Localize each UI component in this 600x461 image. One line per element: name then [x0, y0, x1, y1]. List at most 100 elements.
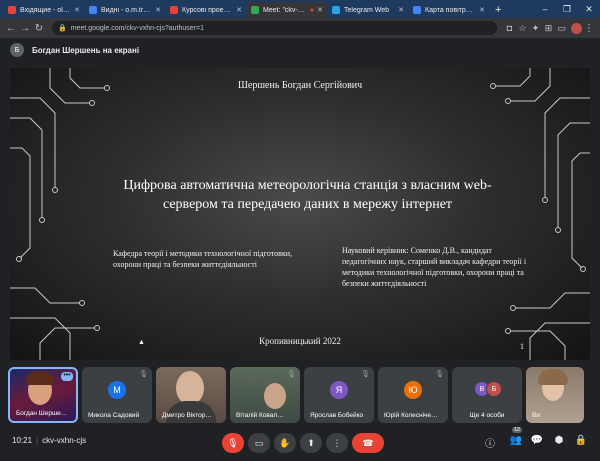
browser-tab[interactable]: Telegram Web ✕ [328, 2, 408, 18]
maximize-icon[interactable]: ❐ [556, 0, 578, 18]
browser-tab[interactable]: Карта повітряних ✕ [409, 2, 489, 18]
participant-tile[interactable]: Дмитро Віктор… [156, 367, 226, 423]
meeting-info: 10:21 | ckv-vxhn-cjs [12, 436, 86, 445]
slide-supervisor: Науковий керівник: Соменко Д.В., кандида… [342, 246, 527, 288]
camera-toggle-button[interactable]: ▭ [248, 433, 270, 453]
participant-video [264, 383, 286, 409]
participant-avatar: Я [330, 381, 348, 399]
tab-label: Карта повітряних [425, 6, 477, 14]
participant-name: Ви [532, 412, 540, 419]
circuit-decoration [10, 68, 590, 360]
mic-off-icon: 🎙 [287, 371, 296, 378]
slide-page-number: 1 [520, 342, 524, 351]
participant-tile[interactable]: М 🎙 Микола Садовий [82, 367, 152, 423]
participant-name: Ярослав Бобейко [310, 412, 364, 419]
more-options-button[interactable]: ⋮ [326, 433, 348, 453]
toolbar-icons: ◘ ☆ ✦ ⊞ ▭ [503, 23, 568, 34]
slide-department: Кафедра теорії і методики технологічної … [113, 249, 293, 269]
url-field[interactable]: 🔒 meet.google.com/ckv-vxhn-cjs?authuser=… [52, 21, 497, 35]
presenter-avatar: Б [10, 43, 24, 57]
new-tab-button[interactable]: + [490, 2, 506, 18]
lock-icon: 🔒 [58, 25, 67, 32]
participant-tile[interactable]: Ви [526, 367, 584, 423]
mic-off-icon: 🎙 [139, 371, 148, 378]
close-icon[interactable]: ✕ [236, 6, 242, 14]
activities-icon[interactable]: ⬢ [552, 435, 566, 446]
separator: | [36, 436, 39, 445]
participant-name: Віталій Ковал… [236, 412, 284, 419]
recording-dot-icon: ● [309, 6, 315, 14]
close-icon[interactable]: ✕ [155, 6, 161, 14]
participant-avatars: В Б [474, 381, 502, 397]
close-window-icon[interactable]: ✕ [578, 0, 600, 18]
meet-icon [251, 6, 259, 14]
gmail-icon [8, 6, 16, 14]
tab-label: Telegram Web [344, 6, 390, 14]
window-controls: – ❐ ✕ [534, 0, 600, 18]
presentation-slide: Шершень Богдан Сергійович Цифрова автома… [10, 68, 590, 360]
forward-icon[interactable]: → [18, 23, 32, 34]
close-icon[interactable]: ✕ [74, 6, 80, 14]
participant-name: Ще 4 особи [469, 412, 505, 419]
participant-tile-self[interactable]: ••• Богдан Шерше… [8, 367, 78, 423]
browser-tab[interactable]: Видні - o.m.tryfonova✕ [85, 2, 165, 18]
telegram-icon [332, 6, 340, 14]
raise-hand-button[interactable]: ✋ [274, 433, 296, 453]
host-controls-icon[interactable]: 🔒 [574, 435, 588, 446]
participant-tile[interactable]: 🎙 Віталій Ковал… [230, 367, 300, 423]
clock-time: 10:21 [12, 436, 33, 445]
presenter-bar: Б Богдан Шершень на екрані [0, 38, 600, 62]
close-icon[interactable]: ✕ [398, 6, 404, 14]
present-screen-button[interactable]: ⬆ [300, 433, 322, 453]
tab-label: Видні - o.m.tryfonova [101, 6, 153, 14]
mic-off-icon: 🎙 [361, 371, 370, 378]
participant-name: Дмитро Віктор… [162, 412, 212, 419]
mic-off-icon: 🎙 [435, 371, 444, 378]
map-icon [413, 6, 421, 14]
chat-icon[interactable]: 💬 [530, 435, 544, 446]
participant-tile[interactable]: Я 🎙 Ярослав Бобейко [304, 367, 374, 423]
info-icon[interactable]: ⓘ [483, 435, 497, 450]
sidebar-icon[interactable]: ▭ [555, 23, 568, 34]
browser-tab[interactable]: Курсові проекти К✕ [166, 2, 246, 18]
extensions-icon[interactable]: ✦ [529, 23, 542, 34]
bookmark-star-icon[interactable]: ☆ [516, 23, 529, 34]
meeting-code: ckv-vxhn-cjs [42, 436, 87, 445]
minimize-icon[interactable]: – [534, 0, 556, 18]
mic-toggle-button[interactable]: 🎙 [222, 433, 244, 453]
browser-tab-active[interactable]: Meet: "ckv-vxh ● ✕ [247, 2, 327, 18]
participant-strip: ••• Богдан Шерше… М 🎙 Микола Садовий Дми… [8, 367, 592, 426]
more-participants-tile[interactable]: В Б Ще 4 особи [452, 367, 522, 423]
leave-call-button[interactable]: ☎ [352, 433, 384, 453]
browser-tab[interactable]: Вхідящие - olenak✕ [4, 2, 84, 18]
people-icon[interactable]: 👥 [509, 435, 523, 446]
participant-avatar: Ю [404, 381, 422, 399]
reload-icon[interactable]: ↻ [32, 23, 46, 34]
participant-name: Юрій Колесніче… [384, 412, 438, 419]
more-options-icon[interactable]: ••• [61, 372, 73, 381]
close-icon[interactable]: ✕ [317, 6, 323, 14]
tab-label: Вхідящие - olenak [20, 6, 71, 14]
participant-video [176, 371, 204, 405]
slide-author: Шершень Богдан Сергійович [237, 80, 363, 91]
meeting-controls: 10:21 | ckv-vxhn-cjs 🎙 ▭ ✋ ⬆ ⋮ ☎ ⓘ 👥 12 💬 … [0, 426, 600, 461]
slide-title: Цифрова автоматична метеорологічна станц… [123, 178, 492, 212]
participant-name: Микола Садовий [88, 412, 140, 419]
tab-label: Meet: "ckv-vxh [263, 6, 307, 14]
mail-icon [89, 6, 97, 14]
puzzle-icon[interactable]: ⊞ [542, 23, 555, 34]
participant-name: Богдан Шерше… [16, 410, 68, 417]
presenter-text: Богдан Шершень на екрані [32, 45, 140, 55]
profile-avatar[interactable] [571, 22, 582, 34]
doc-icon [170, 6, 178, 14]
address-bar: ← → ↻ 🔒 meet.google.com/ckv-vxhn-cjs?aut… [0, 18, 600, 38]
participant-hair [538, 369, 568, 385]
participant-hair [26, 371, 54, 385]
browser-tab-strip: Вхідящие - olenak✕ Видні - o.m.tryfonova… [0, 0, 600, 18]
menu-icon[interactable]: ⋮ [582, 23, 596, 34]
participant-tile[interactable]: Ю 🎙 Юрій Колесніче… [378, 367, 448, 423]
close-icon[interactable]: ✕ [479, 6, 485, 14]
back-icon[interactable]: ← [4, 23, 18, 34]
url-text: meet.google.com/ckv-vxhn-cjs?authuser=1 [70, 24, 204, 32]
camera-indicator-icon[interactable]: ◘ [503, 23, 516, 34]
